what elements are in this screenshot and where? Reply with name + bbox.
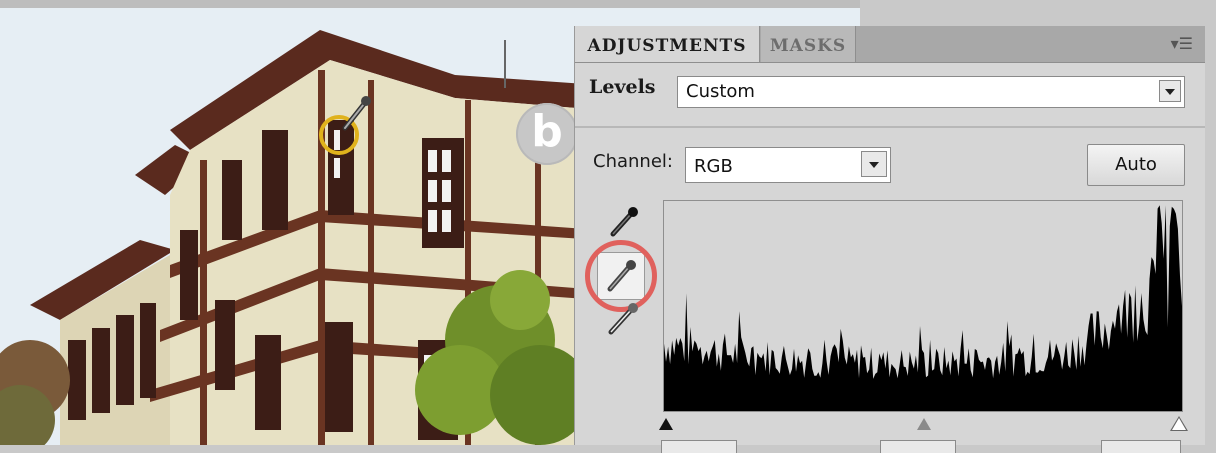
tab-adjustments[interactable]: ADJUSTMENTS	[575, 26, 760, 62]
white-input-slider[interactable]	[1172, 418, 1186, 430]
preset-value: Custom	[686, 81, 755, 102]
step-marker-badge: b	[516, 103, 578, 165]
black-input-slider[interactable]	[659, 418, 673, 430]
black-point-eyedropper-icon[interactable]	[603, 202, 643, 242]
auto-button[interactable]: Auto	[1087, 144, 1185, 186]
levels-histogram	[663, 200, 1183, 412]
adjustments-panel: ADJUSTMENTS MASKS ▾☰ Levels Custom Chann…	[574, 26, 1205, 453]
panel-menu-icon[interactable]: ▾☰	[1169, 34, 1193, 54]
preset-dropdown[interactable]: Custom	[677, 76, 1185, 108]
input-black-field[interactable]	[661, 440, 737, 453]
channel-value: RGB	[694, 156, 733, 177]
adjustment-title: Levels	[589, 76, 656, 98]
divider	[575, 126, 1205, 128]
tab-masks[interactable]: MASKS	[761, 26, 856, 62]
histogram-bars	[664, 205, 1182, 411]
histogram-shape	[664, 205, 1182, 411]
gray-input-slider[interactable]	[917, 418, 931, 430]
input-white-field[interactable]	[1101, 440, 1181, 453]
channel-dropdown[interactable]: RGB	[685, 147, 891, 183]
panel-tab-strip: ADJUSTMENTS MASKS ▾☰	[575, 26, 1205, 63]
canvas-top-edge	[0, 0, 860, 8]
white-point-eyedropper-icon[interactable]	[603, 298, 643, 338]
channel-label: Channel:	[593, 151, 673, 172]
chevron-down-icon[interactable]	[1159, 80, 1181, 102]
chevron-down-icon[interactable]	[861, 151, 887, 177]
input-gray-field[interactable]	[880, 440, 956, 453]
